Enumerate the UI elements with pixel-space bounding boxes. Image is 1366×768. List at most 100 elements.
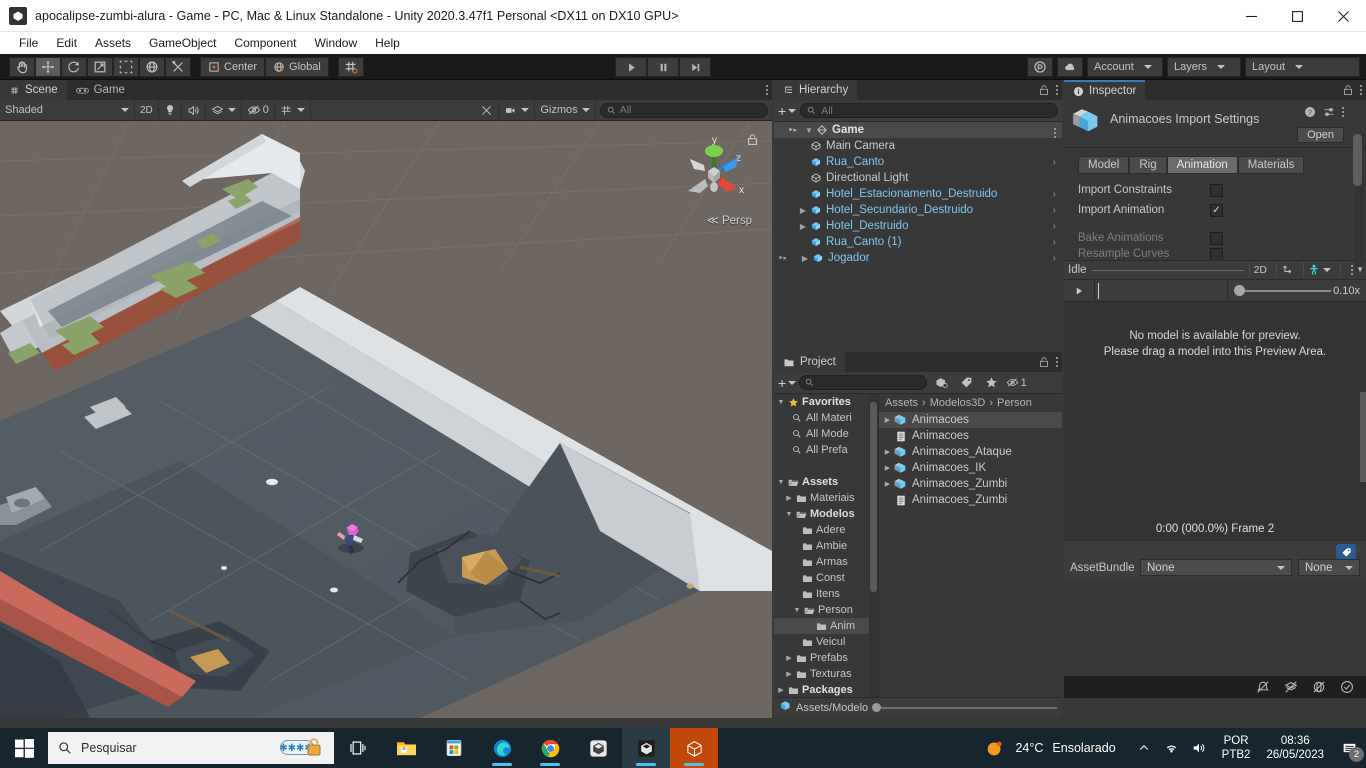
help-icon[interactable]: ?: [1304, 106, 1316, 118]
inspector-scroll-thumb[interactable]: [1353, 134, 1362, 186]
expand-triangle-icon[interactable]: ▼: [776, 479, 786, 486]
expand-triangle-icon[interactable]: ▶: [882, 416, 893, 424]
volume-icon[interactable]: [1186, 728, 1214, 768]
tree-row-ambie[interactable]: Ambie: [774, 538, 878, 554]
hierarchy-search-input[interactable]: All: [800, 103, 1058, 118]
hierarchy-row-hotel-secundario[interactable]: ▶ Hotel_Secundario_Destruido ›: [774, 202, 1062, 218]
scene-visibility-icon[interactable]: [776, 253, 791, 264]
scene-camera-dropdown[interactable]: [499, 99, 536, 121]
expand-triangle-icon[interactable]: ▶: [776, 686, 786, 694]
clock-widget[interactable]: 08:36 26/05/2023: [1258, 734, 1332, 762]
unity-hub-icon[interactable]: [574, 728, 622, 768]
rotate-tool-button[interactable]: [61, 56, 87, 77]
play-button[interactable]: [615, 57, 647, 77]
expand-triangle-icon[interactable]: ▶: [784, 654, 794, 662]
tree-row-animacoes[interactable]: Anim: [774, 618, 878, 634]
scene-kebab-icon[interactable]: [766, 85, 768, 95]
lock-icon[interactable]: [1343, 84, 1353, 96]
hierarchy-row-main-camera[interactable]: Main Camera: [774, 138, 1062, 154]
unity-project-icon[interactable]: [670, 728, 718, 768]
layers-icon[interactable]: [1284, 680, 1298, 694]
playback-speed-track[interactable]: [1245, 289, 1332, 292]
chrome-icon[interactable]: [526, 728, 574, 768]
tree-row-favorites[interactable]: ▼ Favorites: [774, 394, 878, 410]
scene-projection-label[interactable]: ≪ Persp: [707, 213, 752, 227]
scene-gizmo-lock-icon[interactable]: [747, 133, 758, 151]
mute-errors-icon[interactable]: [1256, 680, 1270, 694]
menu-window[interactable]: Window: [305, 34, 366, 52]
playback-speed-slider[interactable]: 0.10x: [1228, 285, 1366, 297]
scene-fx-dropdown[interactable]: [206, 99, 242, 121]
custom-tool-button[interactable]: [165, 56, 191, 77]
notification-center-button[interactable]: 2: [1332, 728, 1366, 768]
import-animation-checkbox[interactable]: ✓: [1210, 203, 1223, 217]
asset-label-badge-icon[interactable]: [1336, 544, 1356, 560]
microsoft-store-icon[interactable]: [430, 728, 478, 768]
tree-row-armas[interactable]: Armas: [774, 554, 878, 570]
lock-icon[interactable]: [1039, 84, 1049, 96]
close-button[interactable]: [1320, 0, 1366, 32]
expand-triangle-icon[interactable]: ▶: [800, 254, 810, 263]
scene-component-tools-button[interactable]: [475, 99, 500, 121]
property-import-constraints[interactable]: Import Constraints: [1064, 180, 1366, 200]
transform-tool-button[interactable]: [139, 56, 165, 77]
chevron-right-icon[interactable]: ›: [1053, 157, 1056, 168]
breadcrumb-modelos3d[interactable]: Modelos3D: [930, 397, 986, 409]
tab-scene[interactable]: Scene: [0, 80, 67, 100]
project-create-button[interactable]: +: [778, 375, 797, 391]
hand-tool-button[interactable]: [9, 56, 35, 77]
hierarchy-row-directional-light[interactable]: Directional Light: [774, 170, 1062, 186]
pause-button[interactable]: [647, 57, 679, 77]
check-circle-icon[interactable]: [1340, 680, 1354, 694]
grid-snap-button[interactable]: [337, 56, 364, 77]
task-view-icon[interactable]: [334, 728, 382, 768]
hierarchy-kebab-icon[interactable]: [1056, 85, 1058, 95]
menu-component[interactable]: Component: [225, 34, 305, 52]
scale-tool-button[interactable]: [87, 56, 113, 77]
lock-icon[interactable]: [1039, 356, 1049, 368]
clip-2d-toggle[interactable]: 2D: [1248, 262, 1271, 278]
menu-gameobject[interactable]: GameObject: [140, 34, 225, 52]
rect-tool-button[interactable]: [113, 56, 139, 77]
scroll-down-arrow-icon[interactable]: ▼: [1356, 265, 1364, 274]
project-zoom-knob[interactable]: [872, 703, 882, 712]
favorites-star-icon[interactable]: [980, 374, 1002, 391]
edge-icon[interactable]: [478, 728, 526, 768]
chevron-right-icon[interactable]: ›: [1053, 237, 1056, 248]
expand-triangle-icon[interactable]: ▶: [882, 480, 893, 488]
scene-lighting-toggle[interactable]: [159, 99, 182, 121]
unity-editor-icon[interactable]: [622, 728, 670, 768]
preview-time-field[interactable]: [1094, 279, 1228, 302]
hidden-assets-count[interactable]: 1: [1005, 374, 1027, 391]
menu-file[interactable]: File: [10, 34, 47, 52]
inspector-scrollbar[interactable]: [1353, 134, 1364, 272]
preset-icon[interactable]: [1323, 106, 1335, 118]
assetbundle-variant-dropdown[interactable]: None: [1298, 559, 1360, 576]
maximize-button[interactable]: [1274, 0, 1320, 32]
preview-play-button[interactable]: [1064, 280, 1094, 302]
hierarchy-row-rua-canto[interactable]: Rua_Canto ›: [774, 154, 1062, 170]
breadcrumb-assets[interactable]: Assets: [885, 397, 918, 409]
tree-row-packages[interactable]: ▶ Packages: [774, 682, 878, 697]
scene-grid-dropdown[interactable]: [275, 99, 311, 121]
project-search-input[interactable]: [799, 375, 928, 390]
asset-row-animacoes-ataque[interactable]: ▶ Animacoes_Ataque: [879, 444, 1062, 460]
asset-row-animacoes-model[interactable]: ▶ Animacoes: [879, 412, 1062, 428]
chevron-right-icon[interactable]: ›: [1053, 189, 1056, 200]
expand-triangle-icon[interactable]: ▶: [784, 494, 794, 502]
layers-dropdown[interactable]: Layers: [1167, 57, 1241, 77]
tree-row-assets[interactable]: ▼ Assets: [774, 474, 878, 490]
scene-viewport[interactable]: y z x ≪ Persp: [0, 121, 772, 718]
expand-triangle-icon[interactable]: ▼: [784, 511, 794, 518]
network-icon[interactable]: [1158, 728, 1186, 768]
collab-icon[interactable]: [1027, 57, 1053, 77]
open-button[interactable]: Open: [1297, 127, 1344, 143]
project-zoom-slider[interactable]: [872, 703, 1057, 712]
asset-row-animacoes-zumbi-clip[interactable]: Animacoes_Zumbi: [879, 492, 1062, 508]
2d-toggle-button[interactable]: 2D: [135, 99, 159, 121]
scene-visibility-icon[interactable]: [786, 125, 801, 136]
hierarchy-row-game[interactable]: ▼ Game: [774, 122, 1062, 138]
avatar-icon[interactable]: [1303, 262, 1335, 278]
tree-row-itens[interactable]: Itens: [774, 586, 878, 602]
tree-row-texturas[interactable]: ▶ Texturas: [774, 666, 878, 682]
